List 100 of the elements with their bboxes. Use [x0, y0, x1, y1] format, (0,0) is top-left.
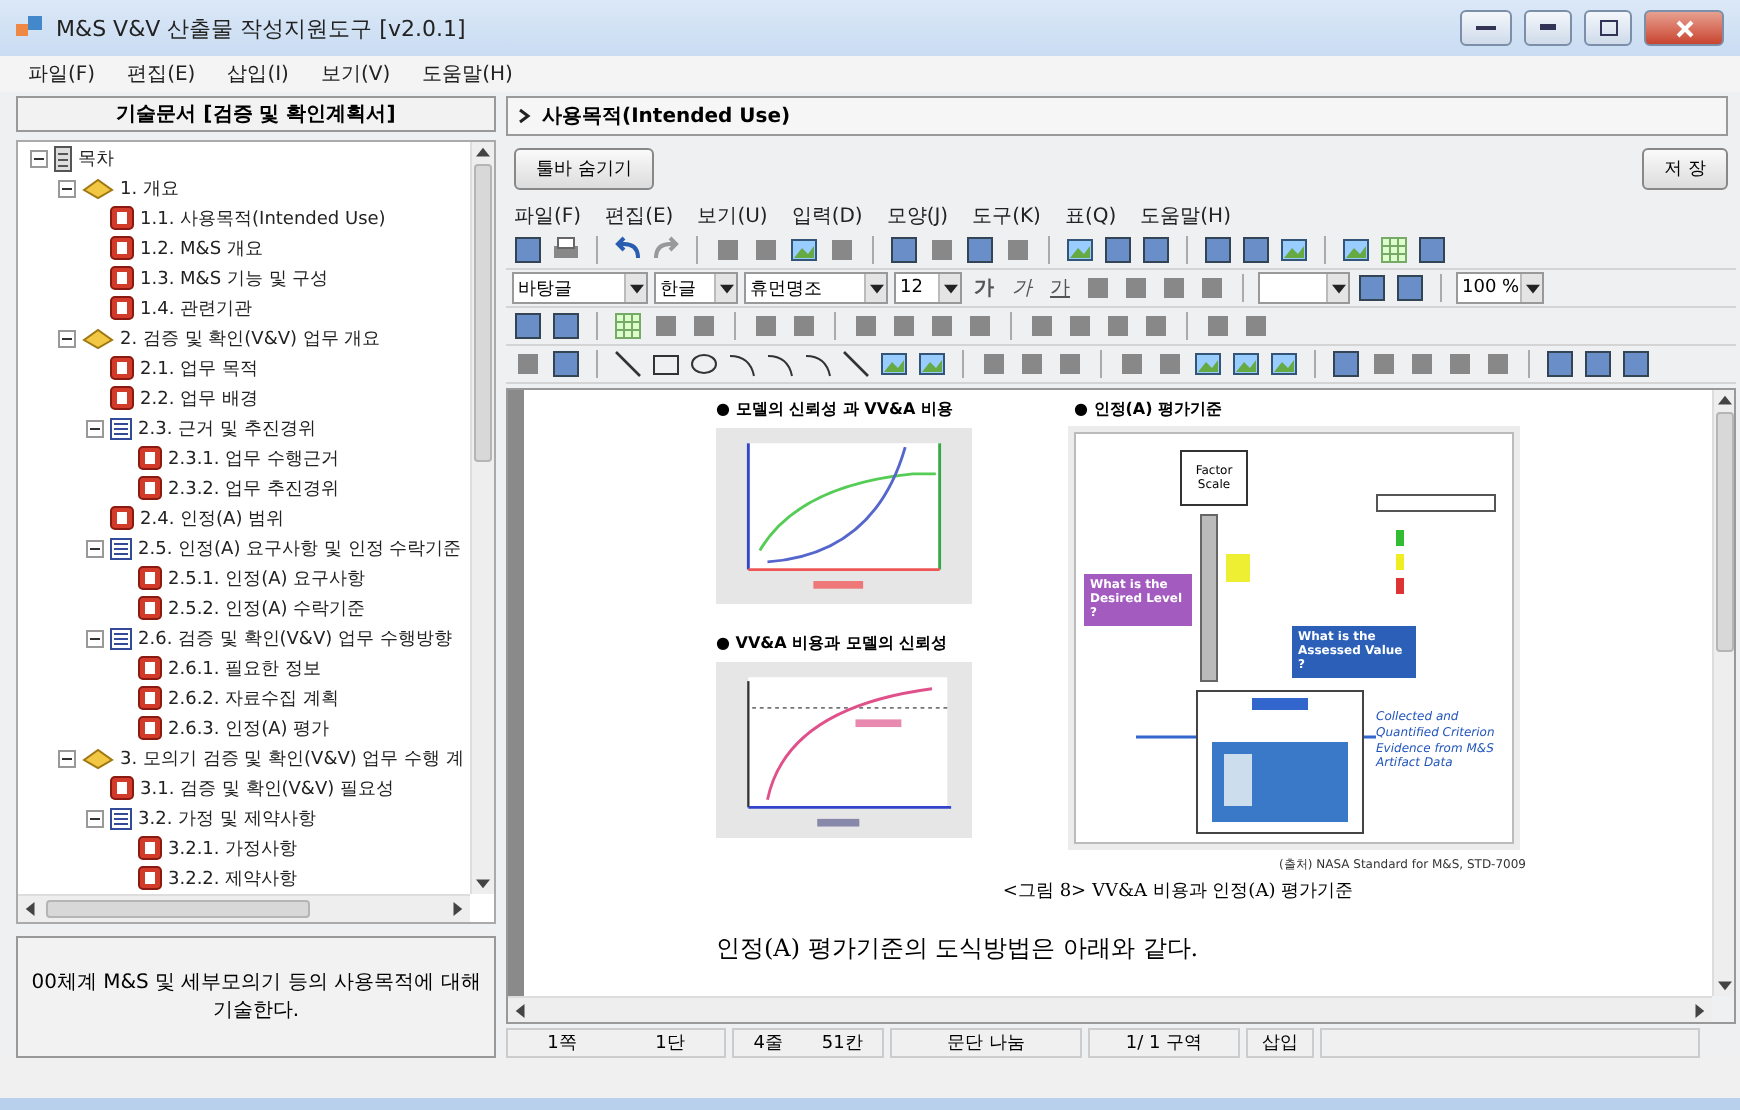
- tile-icon[interactable]: [1356, 272, 1388, 304]
- collapse-icon[interactable]: [58, 329, 76, 348]
- block-icon[interactable]: [978, 348, 1010, 380]
- tree-item[interactable]: 2.3.1. 업무 수행근거: [168, 445, 339, 472]
- dropdown-button[interactable]: [1520, 274, 1542, 302]
- block-icon[interactable]: [750, 234, 782, 266]
- tree-item[interactable]: 2.3.2. 업무 추진경위: [168, 475, 339, 502]
- tile-icon[interactable]: [1620, 348, 1652, 380]
- block-icon[interactable]: [1154, 348, 1186, 380]
- tile-icon[interactable]: [1394, 272, 1426, 304]
- menu-item[interactable]: 파일(F): [28, 60, 96, 88]
- tile-icon[interactable]: [1416, 234, 1448, 266]
- collapse-icon[interactable]: [86, 809, 104, 828]
- scroll-down-icon[interactable]: [476, 875, 490, 890]
- block-icon[interactable]: [1140, 310, 1172, 342]
- close-button[interactable]: [1644, 10, 1724, 46]
- bold-button[interactable]: 가: [968, 274, 1000, 302]
- picture-icon[interactable]: [1064, 234, 1096, 266]
- picture-icon[interactable]: [916, 348, 948, 380]
- menu-item[interactable]: 편집(E): [127, 60, 196, 88]
- block-icon[interactable]: [1102, 310, 1134, 342]
- tree-item[interactable]: 2.6.2. 자료수집 계획: [168, 685, 339, 712]
- resize-button[interactable]: [1460, 10, 1512, 46]
- block-icon[interactable]: [1406, 348, 1438, 380]
- line-icon[interactable]: [840, 348, 872, 380]
- tree-item[interactable]: 2.4. 인정(A) 범위: [140, 505, 285, 532]
- tree-item[interactable]: 2.6.3. 인정(A) 평가: [168, 715, 330, 742]
- tree-item[interactable]: 3.1. 검증 및 확인(V&V) 필요성: [140, 775, 394, 802]
- italic-button[interactable]: 가: [1006, 274, 1038, 302]
- collapse-icon[interactable]: [86, 539, 104, 558]
- tree-item[interactable]: 3.2.1. 가정사항: [168, 835, 298, 862]
- tile-icon[interactable]: [550, 310, 582, 342]
- dropdown-button[interactable]: [624, 274, 646, 302]
- picture-icon[interactable]: [1192, 348, 1224, 380]
- dropdown-button[interactable]: [938, 274, 960, 302]
- block-icon[interactable]: [1026, 310, 1058, 342]
- underline-button[interactable]: 가: [1044, 274, 1076, 302]
- picture-icon[interactable]: [1230, 348, 1262, 380]
- menu-item[interactable]: 도움말(H): [1140, 201, 1231, 229]
- tile-icon[interactable]: [1582, 348, 1614, 380]
- tree-item[interactable]: 2.5.1. 인정(A) 요구사항: [168, 565, 366, 592]
- block-icon[interactable]: [1240, 310, 1272, 342]
- menu-item[interactable]: 입력(D): [791, 201, 863, 229]
- tree-item[interactable]: 1.2. M&S 개요: [140, 235, 263, 262]
- picture-icon[interactable]: [1278, 234, 1310, 266]
- maximize-button[interactable]: [1584, 10, 1632, 46]
- tree-item[interactable]: 3.2.2. 제약사항: [168, 865, 298, 892]
- collapse-icon[interactable]: [30, 149, 48, 168]
- tree-item[interactable]: 2.6.1. 필요한 정보: [168, 655, 321, 682]
- scroll-left-icon[interactable]: [514, 1003, 528, 1017]
- collapse-icon[interactable]: [58, 179, 76, 198]
- tree-item[interactable]: 2.3. 근거 및 추진경위: [138, 415, 316, 442]
- block-icon[interactable]: [1054, 348, 1086, 380]
- tree-item[interactable]: 1.1. 사용목적(Intended Use): [140, 205, 386, 232]
- block-icon[interactable]: [1116, 348, 1148, 380]
- picture-icon[interactable]: [788, 234, 820, 266]
- block-icon[interactable]: [1444, 348, 1476, 380]
- minimize-button[interactable]: [1524, 10, 1572, 46]
- hide-toolbar-button[interactable]: 툴바 숨기기: [514, 148, 654, 190]
- block-icon[interactable]: [1202, 310, 1234, 342]
- tile-icon[interactable]: [512, 234, 544, 266]
- tile-icon[interactable]: [512, 310, 544, 342]
- collapse-icon[interactable]: [86, 629, 104, 648]
- tree-item[interactable]: 2.6. 검증 및 확인(V&V) 업무 수행방향: [138, 625, 452, 652]
- tree-item[interactable]: 1. 개요: [120, 175, 179, 202]
- save-button[interactable]: 저 장: [1642, 148, 1728, 190]
- dropdown-button[interactable]: [864, 274, 886, 302]
- line-icon[interactable]: [612, 348, 644, 380]
- tile-icon[interactable]: [550, 348, 582, 380]
- tree-item[interactable]: 3.2. 가정 및 제약사항: [138, 805, 316, 832]
- picture-icon[interactable]: [1340, 234, 1372, 266]
- tree-item[interactable]: 2.1. 업무 목적: [140, 355, 258, 382]
- block-icon[interactable]: [1482, 348, 1514, 380]
- menu-item[interactable]: 도움말(H): [422, 60, 513, 88]
- menu-item[interactable]: 편집(E): [605, 201, 674, 229]
- dropdown-button[interactable]: [1326, 274, 1348, 302]
- scroll-up-icon[interactable]: [476, 145, 490, 160]
- tile-icon[interactable]: [964, 234, 996, 266]
- tile-icon[interactable]: [1330, 348, 1362, 380]
- scroll-up-icon[interactable]: [1717, 394, 1731, 408]
- picture-icon[interactable]: [878, 348, 910, 380]
- horizontal-scrollbar[interactable]: [18, 893, 470, 922]
- menu-item[interactable]: 보기(V): [320, 60, 391, 88]
- menu-item[interactable]: 도구(K): [972, 201, 1041, 229]
- collapse-icon[interactable]: [58, 749, 76, 768]
- menu-item[interactable]: 파일(F): [514, 201, 582, 229]
- tree-item[interactable]: 2.2. 업무 배경: [140, 385, 258, 412]
- block-icon[interactable]: [1016, 348, 1048, 380]
- tree-item[interactable]: 1.4. 관련기관: [140, 295, 253, 322]
- ellipse-icon[interactable]: [688, 348, 720, 380]
- menu-item[interactable]: 보기(U): [697, 201, 768, 229]
- vertical-scrollbar[interactable]: [470, 141, 494, 894]
- vertical-scrollbar[interactable]: [1712, 390, 1734, 996]
- tile-icon[interactable]: [888, 234, 920, 266]
- tree-item[interactable]: 2.5. 인정(A) 요구사항 및 인정 수락기준: [138, 535, 462, 562]
- tree-item[interactable]: 2.5.2. 인정(A) 수락기준: [168, 595, 366, 622]
- scroll-down-icon[interactable]: [1717, 978, 1731, 992]
- picture-icon[interactable]: [1268, 348, 1300, 380]
- menu-item[interactable]: 삽입(I): [227, 60, 289, 88]
- collapse-icon[interactable]: [86, 419, 104, 438]
